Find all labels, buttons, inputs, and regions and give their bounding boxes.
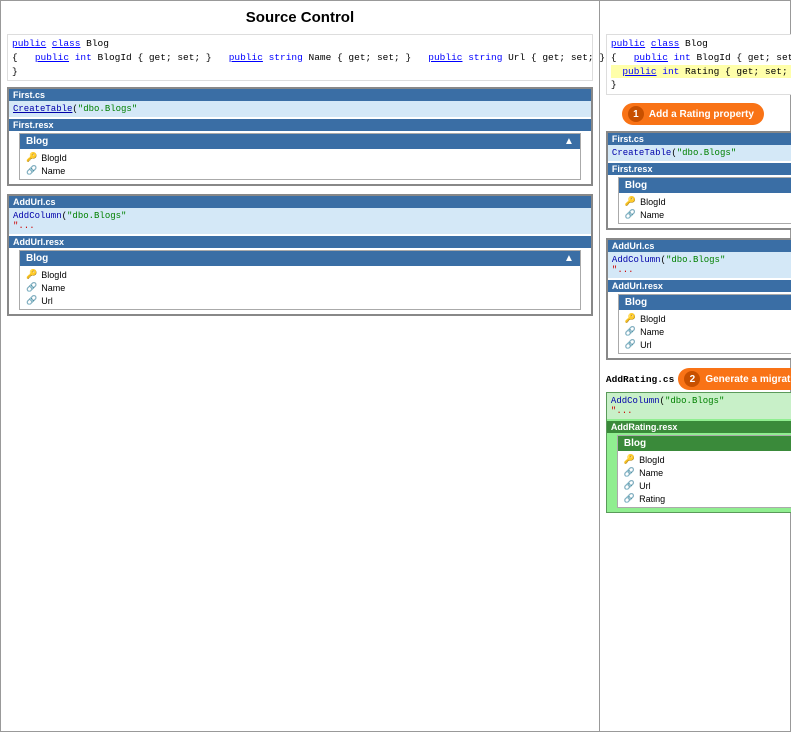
source-first-label: First.cs: [9, 89, 591, 101]
callout-2-text: Generate a migration: [705, 374, 791, 385]
source-addurl-resx-label: AddUrl.resx: [9, 236, 591, 248]
main-container: Source Control public class Blog { publi…: [0, 0, 791, 732]
callout-2: 2 Generate a migration: [678, 368, 791, 390]
dev1-first-diagram: First.cs CreateTable("dbo.Blogs" First.r…: [606, 131, 791, 230]
dev1-addrating-entity-box: Blog ▲ 🔑BlogId 🔗Name 🔗Url 🔗Rating: [617, 435, 791, 508]
callout-1-text: Add a Rating property: [649, 109, 754, 120]
dev1-addurl-entity-box: Blog ▲ 🔑BlogId 🔗Name 🔗Url: [618, 294, 791, 354]
source-addurl-entity-box: Blog ▲ 🔑BlogId 🔗Name 🔗Url: [19, 250, 581, 310]
callout-2-num: 2: [684, 371, 700, 387]
dev1-addrating-diagram: AddColumn("dbo.Blogs" "... AddRating.res…: [606, 392, 791, 513]
dev1-addrating-resx-label: AddRating.resx: [607, 421, 791, 433]
dev1-addrating-filename: AddRating.cs: [606, 374, 674, 385]
dev1-addurl-resx-label: AddUrl.resx: [608, 280, 791, 292]
source-control-column: Source Control public class Blog { publi…: [1, 1, 600, 731]
dev1-migration-section: AddRating.cs 2 Generate a migration AddC…: [606, 368, 791, 517]
dev1-first-resx-label: First.resx: [608, 163, 791, 175]
dev1-first-label: First.cs: [608, 133, 791, 145]
developer1-code: public class Blog { public int BlogId { …: [606, 34, 791, 95]
source-first-diagram: First.cs CreateTable("dbo.Blogs" First.r…: [7, 87, 593, 186]
source-control-code: public class Blog { public int BlogId { …: [7, 34, 593, 81]
source-control-header: Source Control: [7, 9, 593, 26]
dev1-first-entity-box: Blog ▲ 🔑BlogId 🔗Name: [618, 177, 791, 224]
source-addurl-label: AddUrl.cs: [9, 196, 591, 208]
dev1-addurl-diagram: AddUrl.cs AddColumn("dbo.Blogs" "... Add…: [606, 238, 791, 360]
source-first-resx-label: First.resx: [9, 119, 591, 131]
callout-1: 1 Add a Rating property: [622, 103, 764, 125]
source-addurl-diagram: AddUrl.cs AddColumn("dbo.Blogs" "... Add…: [7, 194, 593, 316]
dev1-addurl-label: AddUrl.cs: [608, 240, 791, 252]
developer1-column: Developer #1 public class Blog { public …: [600, 1, 791, 731]
source-first-entity-box: Blog ▲ 🔑BlogId 🔗Name: [19, 133, 581, 180]
developer1-header: Developer #1: [606, 9, 791, 26]
callout-1-num: 1: [628, 106, 644, 122]
